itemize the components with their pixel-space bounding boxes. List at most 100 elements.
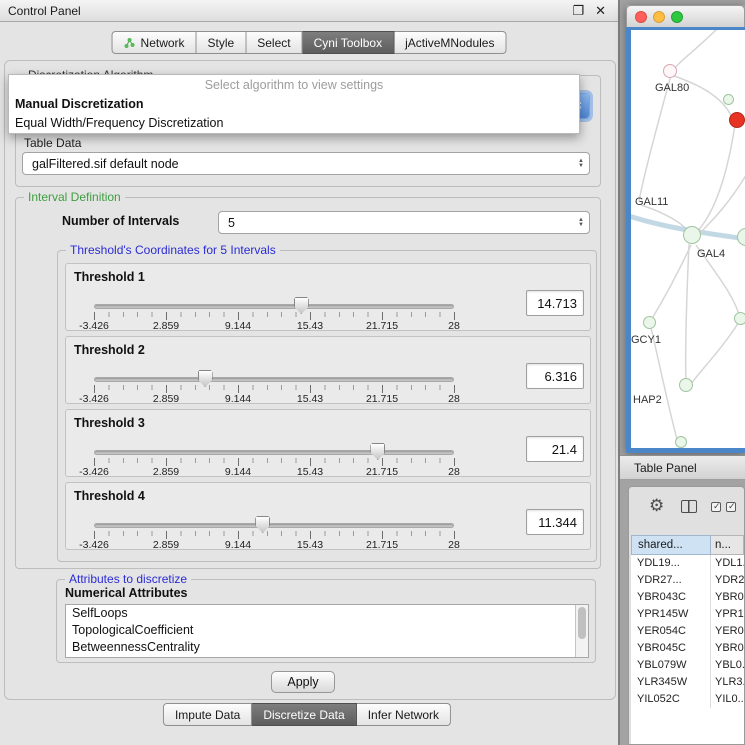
tab-label: Network bbox=[141, 36, 185, 50]
network-node[interactable] bbox=[675, 436, 687, 448]
dropdown-placeholder: Select algorithm to view settings bbox=[9, 75, 579, 95]
table-cell[interactable]: YDL1... bbox=[711, 555, 744, 572]
scale-label: 9.144 bbox=[225, 539, 251, 551]
threshold-value-input[interactable] bbox=[526, 509, 584, 535]
table-cell[interactable]: YPR145W bbox=[631, 606, 711, 623]
control-panel-window: Control Panel ❐ ✕ Network Style SelectCyni… bbox=[0, 0, 620, 745]
table-row[interactable]: YIL052CYIL0... bbox=[631, 691, 744, 708]
table-cell[interactable]: YBR045C bbox=[631, 640, 711, 657]
table-cell[interactable]: YBR0... bbox=[711, 589, 744, 606]
table-cell[interactable]: YPR1... bbox=[711, 606, 744, 623]
network-node[interactable] bbox=[723, 94, 734, 105]
tab-cyni-toolbox[interactable]: Cyni Toolbox bbox=[303, 31, 394, 54]
column-header-shared-name[interactable]: shared... bbox=[631, 535, 711, 555]
threshold-value-input[interactable] bbox=[526, 290, 584, 316]
dropdown-option[interactable]: Equal Width/Frequency Discretization bbox=[9, 114, 579, 133]
threshold-slider[interactable]: -3.4262.8599.14415.4321.71528 bbox=[94, 371, 454, 405]
apply-button[interactable]: Apply bbox=[271, 671, 335, 693]
network-node[interactable] bbox=[663, 64, 677, 78]
table-cell[interactable]: YER054C bbox=[631, 623, 711, 640]
threshold-panel: Threshold 1 -3.4262.8599.14415.4321.7152… bbox=[65, 263, 591, 331]
scale-label: 28 bbox=[448, 539, 460, 551]
table-row[interactable]: YBR043CYBR0... bbox=[631, 589, 744, 606]
table-cell[interactable]: YLR3... bbox=[711, 674, 744, 691]
table-cell[interactable]: YDL19... bbox=[631, 555, 711, 572]
table-cell[interactable]: YLR345W bbox=[631, 674, 711, 691]
network-window-titlebar bbox=[626, 5, 745, 27]
table-row[interactable]: YBL079WYBL0... bbox=[631, 657, 744, 674]
network-canvas[interactable]: GAL80 GAL11 GAL4 GCY1 HAP2 bbox=[631, 30, 745, 448]
table-cell[interactable]: YER0... bbox=[711, 623, 744, 640]
slider-ticks bbox=[94, 458, 455, 466]
table-cell[interactable]: YBR043C bbox=[631, 589, 711, 606]
slider-ticks bbox=[94, 531, 455, 539]
threshold-slider[interactable]: -3.4262.8599.14415.4321.71528 bbox=[94, 444, 454, 478]
slider-track[interactable] bbox=[94, 377, 454, 382]
threshold-label: Threshold 4 bbox=[74, 489, 145, 503]
attribute-list-item[interactable]: BetweennessCentrality bbox=[66, 639, 588, 656]
table-cell[interactable]: YIL052C bbox=[631, 691, 711, 708]
attribute-list-item[interactable]: SelfLoops bbox=[66, 605, 588, 622]
table-data-select[interactable]: galFiltered.sif default node bbox=[22, 152, 590, 175]
tab-network[interactable]: Network bbox=[112, 31, 197, 54]
table-row[interactable]: YPR145WYPR1... bbox=[631, 606, 744, 623]
network-node[interactable] bbox=[734, 312, 745, 325]
scrollbar[interactable] bbox=[575, 605, 588, 657]
slider-track[interactable] bbox=[94, 304, 454, 309]
numerical-attributes-list[interactable]: SelfLoopsTopologicalCoefficientBetweenne… bbox=[65, 604, 589, 658]
tab-jactivemnodules[interactable]: jActiveMNodules bbox=[394, 31, 506, 54]
attribute-list-item[interactable]: TopologicalCoefficient bbox=[66, 622, 588, 639]
scale-label: 21.715 bbox=[366, 320, 398, 332]
table-cell[interactable]: YIL0... bbox=[711, 691, 744, 708]
table-cell[interactable]: YBL079W bbox=[631, 657, 711, 674]
table-row[interactable]: YLR345WYLR3... bbox=[631, 674, 744, 691]
column-header-name[interactable]: n... bbox=[711, 535, 744, 555]
slider-track[interactable] bbox=[94, 523, 454, 528]
columns-icon[interactable] bbox=[681, 500, 697, 513]
float-window-icon[interactable]: ❐ bbox=[572, 3, 584, 19]
table-cell[interactable]: YDR27... bbox=[631, 572, 711, 589]
close-button[interactable] bbox=[635, 11, 647, 23]
tab-style[interactable]: Style bbox=[197, 31, 247, 54]
spinner-arrows-icon[interactable] bbox=[578, 218, 584, 228]
dropdown-option[interactable]: Manual Discretization bbox=[9, 95, 579, 114]
table-cell[interactable]: YBR0... bbox=[711, 640, 744, 657]
threshold-value-input[interactable] bbox=[526, 363, 584, 389]
threshold-slider[interactable]: -3.4262.8599.14415.4321.71528 bbox=[94, 517, 454, 551]
number-of-intervals-value: 5 bbox=[228, 216, 235, 230]
threshold-value-input[interactable] bbox=[526, 436, 584, 462]
table-row[interactable]: YDR27...YDR2... bbox=[631, 572, 744, 589]
scale-label: -3.426 bbox=[79, 393, 109, 405]
zoom-button[interactable] bbox=[671, 11, 683, 23]
gear-icon[interactable] bbox=[649, 497, 667, 515]
tab-select[interactable]: Select bbox=[246, 31, 302, 54]
scale-label: 2.859 bbox=[153, 393, 179, 405]
tab-infer-network[interactable]: Infer Network bbox=[357, 703, 451, 726]
network-node[interactable] bbox=[679, 378, 693, 392]
table-row[interactable]: YDL19...YDL1... bbox=[631, 555, 744, 572]
tab-label: Style bbox=[208, 36, 235, 50]
threshold-slider[interactable]: -3.4262.8599.14415.4321.71528 bbox=[94, 298, 454, 332]
table-row[interactable]: YER054CYER0... bbox=[631, 623, 744, 640]
slider-track[interactable] bbox=[94, 450, 454, 455]
tab-discretize-data[interactable]: Discretize Data bbox=[252, 703, 356, 726]
network-node[interactable] bbox=[643, 316, 656, 329]
close-window-icon[interactable]: ✕ bbox=[595, 3, 606, 19]
network-node-selected[interactable] bbox=[729, 112, 745, 128]
table-row[interactable]: YBR045CYBR0... bbox=[631, 640, 744, 657]
network-node[interactable] bbox=[683, 226, 701, 244]
scale-label: -3.426 bbox=[79, 466, 109, 478]
table-cell[interactable]: YDR2... bbox=[711, 572, 744, 589]
tab-label: Impute Data bbox=[175, 708, 240, 722]
scrollbar-thumb[interactable] bbox=[578, 607, 586, 639]
spinner-arrows-icon[interactable] bbox=[578, 159, 584, 169]
screen: Control Panel ❐ ✕ Network Style SelectCyni… bbox=[0, 0, 745, 745]
number-of-intervals-select[interactable]: 5 bbox=[218, 211, 590, 234]
table-cell[interactable]: YBL0... bbox=[711, 657, 744, 674]
window-title: Control Panel bbox=[8, 4, 81, 18]
tab-impute-data[interactable]: Impute Data bbox=[163, 703, 252, 726]
minimize-button[interactable] bbox=[653, 11, 665, 23]
checkbox-icon[interactable] bbox=[726, 502, 736, 512]
scale-label: 9.144 bbox=[225, 466, 251, 478]
checkbox-icon[interactable] bbox=[711, 502, 721, 512]
